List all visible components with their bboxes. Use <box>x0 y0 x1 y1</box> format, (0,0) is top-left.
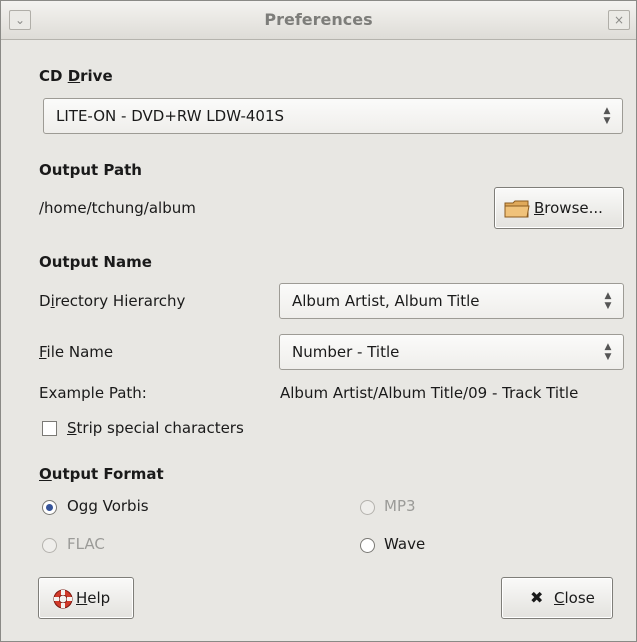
close-icon: × <box>613 13 625 27</box>
strip-special-characters-checkbox[interactable] <box>42 421 57 436</box>
flac-radio[interactable] <box>42 538 57 553</box>
file-name-value: Number - Title <box>292 343 400 361</box>
file-name-select[interactable]: Number - Title ▲ ▼ <box>279 334 624 370</box>
wave-radio[interactable] <box>360 538 375 553</box>
title-bar: ⌄ Preferences × <box>1 1 636 40</box>
cd-drive-select[interactable]: LITE-ON - DVD+RW LDW-401S ▲ ▼ <box>43 98 623 134</box>
close-x-icon: ✖ <box>530 588 544 607</box>
help-button[interactable]: Help <box>38 577 134 619</box>
output-path-value: /home/tchung/album <box>39 199 196 217</box>
browse-button[interactable]: Browse... <box>494 187 624 229</box>
combo-arrows-icon: ▲ ▼ <box>603 106 611 126</box>
folder-icon <box>504 200 530 218</box>
example-path-label: Example Path: <box>39 384 147 402</box>
ogg-vorbis-radio[interactable] <box>42 500 57 515</box>
window-close-button[interactable]: × <box>608 10 630 30</box>
output-format-heading: Output Format <box>39 465 164 483</box>
help-lifebuoy-icon <box>53 589 73 609</box>
close-button[interactable]: ✖ Close <box>501 577 613 619</box>
close-label: Close <box>554 589 595 607</box>
mp3-radio[interactable] <box>360 500 375 515</box>
file-name-label: File Name <box>39 343 114 361</box>
combo-arrows-icon: ▲ ▼ <box>604 291 612 311</box>
output-name-heading: Output Name <box>39 253 152 271</box>
window-title: Preferences <box>264 10 373 29</box>
directory-hierarchy-label: Directory Hierarchy <box>39 292 186 310</box>
combo-arrows-icon: ▲ ▼ <box>604 342 612 362</box>
ogg-vorbis-label[interactable]: Ogg Vorbis <box>67 497 149 515</box>
mp3-label: MP3 <box>384 497 416 515</box>
cd-drive-heading: CD Drive <box>39 67 113 85</box>
example-path-value: Album Artist/Album Title/09 - Track Titl… <box>280 384 579 402</box>
wave-label[interactable]: Wave <box>384 535 425 553</box>
help-label: Help <box>76 589 111 607</box>
browse-label: Browse... <box>534 199 603 217</box>
directory-hierarchy-value: Album Artist, Album Title <box>292 292 480 310</box>
flac-label: FLAC <box>67 535 105 553</box>
cd-drive-value: LITE-ON - DVD+RW LDW-401S <box>56 107 285 125</box>
directory-hierarchy-select[interactable]: Album Artist, Album Title ▲ ▼ <box>279 283 624 319</box>
output-path-heading: Output Path <box>39 161 142 179</box>
strip-special-characters-label[interactable]: Strip special characters <box>67 419 244 437</box>
preferences-dialog: ⌄ Preferences × CD Drive LITE-ON - DVD+R… <box>0 0 637 642</box>
radio-selected-dot <box>46 504 53 511</box>
